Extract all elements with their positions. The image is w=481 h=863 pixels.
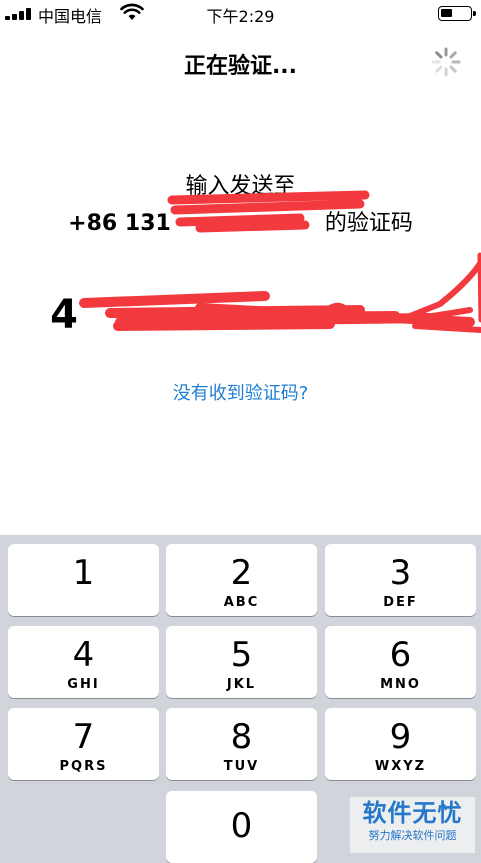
key-letters: MNO: [380, 677, 421, 692]
key-number: 0: [230, 806, 253, 846]
key-letters: TUV: [223, 759, 260, 774]
key-2[interactable]: 2 ABC: [166, 544, 317, 616]
key-letters: ABC: [223, 595, 260, 610]
loading-spinner-icon: [431, 47, 461, 77]
key-number: 4: [72, 635, 95, 675]
code-digit: 4: [50, 292, 78, 338]
watermark-subtitle: 努力解决软件问题: [368, 829, 457, 842]
verification-code-field[interactable]: 4: [0, 292, 481, 342]
key-letters: JKL: [226, 677, 257, 692]
key-number: 8: [230, 717, 253, 757]
key-7[interactable]: 7 PQRS: [8, 708, 159, 780]
battery-icon: [438, 6, 476, 21]
key-number: 5: [230, 635, 253, 675]
key-9[interactable]: 9 WXYZ: [325, 708, 476, 780]
key-number: 9: [389, 717, 412, 757]
key-5[interactable]: 5 JKL: [166, 626, 317, 698]
key-8[interactable]: 8 TUV: [166, 708, 317, 780]
watermark-logo: 软件无忧 努力解决软件问题: [350, 797, 475, 853]
key-letters: GHI: [67, 677, 100, 692]
phone-number-line: +86 131 0000000 的验证码: [0, 205, 481, 237]
key-number: 6: [389, 635, 412, 675]
page-title: 正在验证...: [183, 54, 298, 79]
phone-number-prefix: +86 131: [68, 211, 171, 236]
key-number: 2: [230, 553, 253, 593]
key-6[interactable]: 6 MNO: [325, 626, 476, 698]
key-number: 3: [389, 553, 412, 593]
verification-code-suffix: 的验证码: [324, 211, 413, 236]
watermark-title: 软件无忧: [362, 799, 463, 827]
status-time: 下午2:29: [206, 7, 275, 26]
key-4[interactable]: 4 GHI: [8, 626, 159, 698]
key-letters: PQRS: [59, 759, 108, 774]
key-number: 1: [72, 553, 95, 593]
verification-prompt: 输入发送至: [185, 174, 296, 199]
redacted-phone-digits: 0000000: [178, 211, 318, 236]
key-number: 7: [72, 717, 95, 757]
key-3[interactable]: 3 DEF: [325, 544, 476, 616]
resend-code-link[interactable]: 没有收到验证码?: [0, 379, 481, 405]
status-bar: 中国电信 下午2:29: [0, 0, 481, 26]
key-letters: WXYZ: [374, 759, 427, 774]
key-letters: DEF: [383, 595, 418, 610]
key-1[interactable]: 1: [8, 544, 159, 616]
key-0[interactable]: 0: [166, 791, 317, 863]
